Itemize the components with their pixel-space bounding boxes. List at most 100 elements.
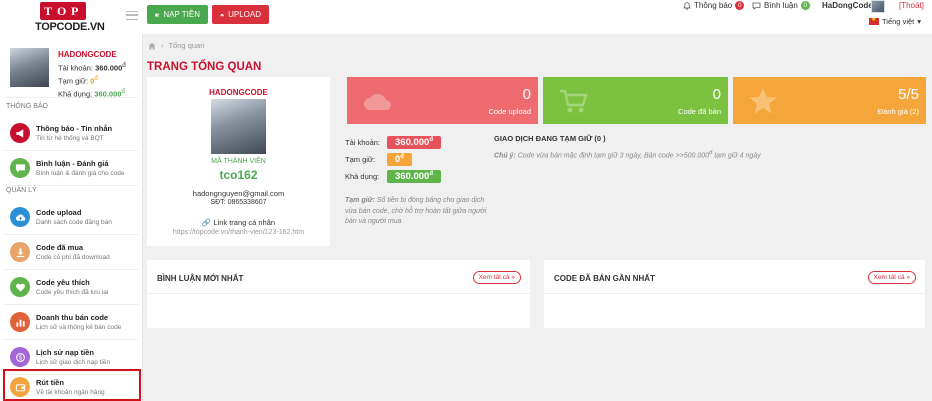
balance-available-value: 360.000 [395, 171, 430, 183]
see-all-comments-button[interactable]: Xem tất cả » [472, 271, 521, 284]
star-icon [749, 88, 777, 114]
section-manage: QUẢN LÝ [6, 187, 37, 194]
link-icon: 🔗 [201, 218, 212, 227]
sidebar-item-title: Lịch sử nạp tiền [36, 348, 94, 357]
vietnam-flag-icon [869, 16, 879, 25]
balance-held-currency: đ [400, 154, 404, 160]
svg-text:$: $ [18, 355, 21, 361]
sidebar-avatar [10, 48, 49, 87]
sidebar-balance-value: 360.000 [95, 63, 123, 72]
sidebar-item-title: Code upload [36, 208, 82, 217]
notifications-link[interactable]: Thông báo 0 [683, 1, 745, 10]
cloud-upload-icon [10, 207, 30, 227]
cart-icon [560, 89, 588, 113]
notifications-label: Thông báo [694, 1, 733, 10]
language-label: Tiếng việt [882, 17, 915, 26]
chevron-down-icon: ▾ [917, 17, 922, 26]
comment-icon [752, 2, 761, 10]
sidebar-item-title: Code yêu thích [36, 278, 90, 287]
sidebar-balance-label: Tài khoản: [58, 63, 94, 72]
sidebar-user-info: HADONGCODE Tài khoản: 360.000đ Tạm giữ: … [58, 50, 126, 100]
recent-sold-panel: CODE ĐÃ BÁN GẦN NHẤT Xem tất cả » [544, 260, 925, 328]
sidebar-item-subtitle: Code có phí đã download [36, 254, 110, 261]
comments-link[interactable]: Bình luận 0 [752, 1, 810, 10]
sidebar-held-currency: đ [94, 74, 98, 82]
sidebar-item-comments[interactable]: Bình luận - Đánh giá Bình luận & đánh gi… [4, 151, 139, 186]
sidebar-user-card: HADONGCODE Tài khoản: 360.000đ Tạm giữ: … [4, 42, 138, 98]
balance-total-label: Tài khoản: [345, 138, 381, 148]
sidebar-item-favorites[interactable]: Code yêu thích Code yêu thích đã lưu lại [4, 270, 139, 305]
stat-value: 0 [522, 86, 531, 103]
chart-icon [10, 312, 30, 332]
username-top[interactable]: HaDongCode [822, 1, 873, 10]
heart-icon [10, 277, 30, 297]
stat-value: 5/5 [898, 86, 919, 103]
cloud-upload-icon [220, 13, 224, 16]
sidebar-item-title: Thông báo - Tin nhắn [36, 124, 113, 133]
balance-total-currency: đ [429, 137, 434, 143]
sidebar-item-notifications[interactable]: Thông báo - Tin nhắn Tin từ hệ thống và … [4, 116, 139, 151]
sidebar-item-subtitle: Code yêu thích đã lưu lại [36, 289, 109, 296]
balance-total-pill: 360.000đ [387, 136, 442, 150]
see-all-sold-button[interactable]: Xem tất cả » [867, 271, 916, 284]
upload-label: UPLOAD [228, 10, 261, 19]
stat-value: 0 [712, 86, 721, 103]
money-icon: $ [10, 347, 30, 367]
balance-held-pill: 0đ [387, 153, 412, 167]
stat-code-sold[interactable]: 0 Code đã bán [543, 77, 728, 124]
avatar[interactable] [871, 0, 885, 13]
comments-badge: 0 [800, 1, 810, 10]
balance-available-currency: đ [429, 171, 434, 177]
nap-tien-button[interactable]: NẠP TIỀN [147, 5, 208, 24]
site-logo[interactable]: TOP TOPCODE.VN [35, 2, 105, 33]
language-select[interactable]: Tiếng việt ▾ [869, 16, 922, 26]
profile-phone: SĐT: 0865338607 [210, 199, 267, 206]
pending-note-currency: đ [709, 150, 713, 156]
stat-rating[interactable]: 5/5 Đánh giá (2) [733, 77, 926, 124]
member-code: tco162 [219, 168, 258, 182]
megaphone-icon [10, 123, 30, 143]
sidebar-item-code-purchased[interactable]: Code đã mua Code có phí đã download [4, 235, 139, 270]
page-title: TRANG TỔNG QUAN [147, 61, 262, 73]
profile-link-label[interactable]: 🔗 Link trang cá nhân [147, 218, 330, 227]
top-bar: TOP TOPCODE.VN NẠP TIỀN UPLOAD Thông báo… [0, 0, 932, 34]
pending-note-suffix: tạm giữ 4 ngày [714, 152, 761, 160]
latest-comments-title: BÌNH LUẬN MỚI NHẤT [157, 274, 244, 283]
balance-held-row: Tạm giữ: 0đ [345, 153, 412, 167]
menu-toggle-icon[interactable] [126, 11, 138, 20]
stat-code-upload[interactable]: 0 Code upload [347, 77, 538, 124]
sidebar-available-label: Khả dụng: [58, 89, 93, 98]
sidebar-balance-currency: đ [122, 61, 126, 69]
profile-link-text: Link trang cá nhân [213, 218, 276, 227]
cloud-upload-icon [364, 93, 391, 110]
sidebar-balance-row: Tài khoản: 360.000đ [58, 61, 126, 74]
sidebar-available-currency: đ [121, 87, 125, 95]
balance-total-value: 360.000 [395, 137, 430, 149]
withdraw-highlight-box [3, 369, 141, 401]
home-icon[interactable] [148, 42, 156, 50]
sidebar-item-code-upload[interactable]: Code upload Danh sách code đăng bán [4, 200, 139, 235]
sidebar-item-revenue[interactable]: Doanh thu bán code Lịch sử và thống kê b… [4, 305, 139, 340]
stat-label: Code upload [488, 107, 531, 116]
stat-label: Code đã bán [678, 107, 721, 116]
stat-label: Đánh giá (2) [877, 107, 919, 116]
logout-link[interactable]: [Thoát] [899, 1, 924, 10]
profile-url[interactable]: https://topcode.vn/thanh-vien/123-162.ht… [147, 229, 330, 236]
profile-email: hadongnguyen@gmail.com [192, 189, 285, 198]
held-note-prefix: Tạm giữ: [345, 197, 375, 204]
breadcrumb-current: Tổng quan [168, 41, 205, 50]
profile-name: HADONGCODE [209, 88, 268, 97]
upload-button[interactable]: UPLOAD [212, 5, 269, 24]
sidebar-available-row: Khả dụng: 360.000đ [58, 87, 126, 100]
main-content: › Tổng quan TRANG TỔNG QUAN HADONGCODE M… [143, 34, 932, 401]
pending-note: Chú ý: Code vừa bán mặc định tạm giữ 3 n… [494, 150, 761, 159]
sidebar-item-subtitle: Danh sách code đăng bán [36, 219, 112, 226]
balance-held-label: Tạm giữ: [345, 155, 376, 165]
latest-comments-panel: BÌNH LUẬN MỚI NHẤT Xem tất cả » [147, 260, 530, 328]
sidebar-username: HADONGCODE [58, 50, 117, 59]
sidebar-item-subtitle: Bình luận & đánh giá cho code [36, 170, 125, 177]
comments-label: Bình luận [764, 1, 798, 10]
balance-available-row: Khả dụng: 360.000đ [345, 170, 442, 184]
pending-note-prefix: Chú ý: [494, 152, 516, 160]
profile-avatar [211, 99, 266, 154]
